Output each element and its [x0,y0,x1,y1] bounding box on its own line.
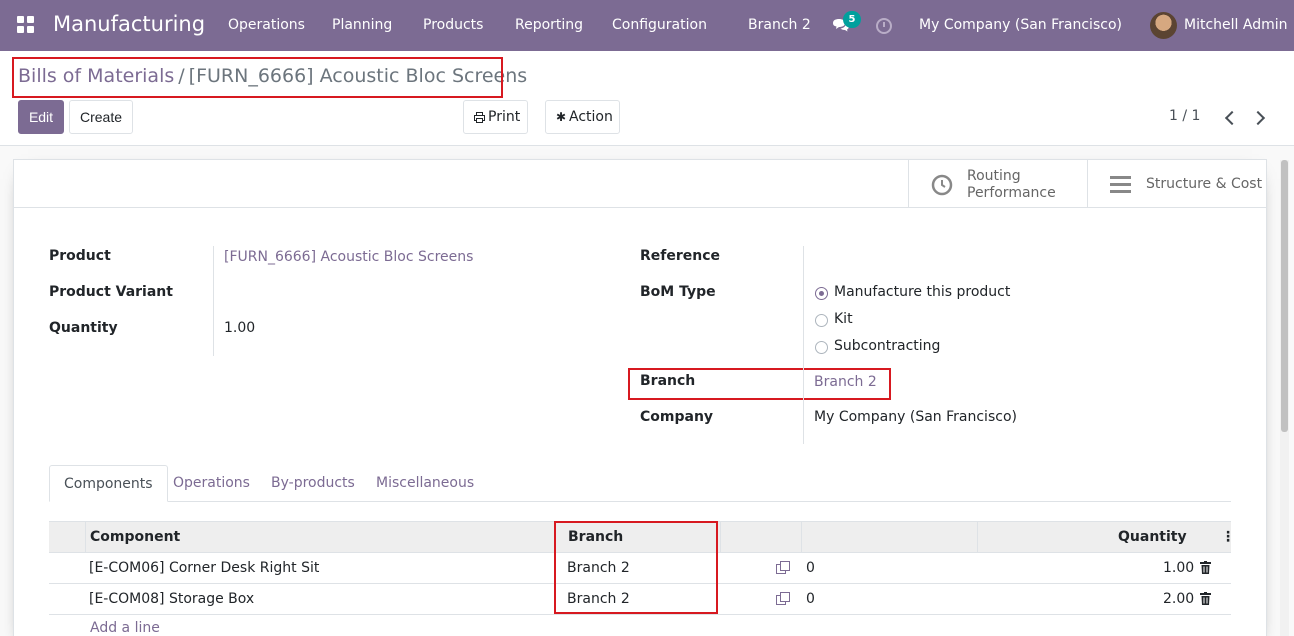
user-menu[interactable]: Mitchell Admin [1184,17,1288,33]
tab-operations[interactable]: Operations [159,465,264,502]
branch-switcher[interactable]: Branch 2 [748,17,811,33]
app-title[interactable]: Manufacturing [53,12,205,36]
message-count-badge: 5 [843,11,861,28]
column-divider [554,522,555,552]
user-avatar[interactable] [1150,12,1177,39]
column-divider [801,522,802,552]
quantity-cell[interactable]: 1.00 [1163,553,1194,583]
menu-planning[interactable]: Planning [332,17,392,33]
pager-value[interactable]: 1 / 1 [1169,108,1200,124]
scrollbar-thumb[interactable] [1281,160,1288,432]
table-row[interactable]: [E-COM06] Corner Desk Right Sit Branch 2… [49,553,1231,584]
bom-type-radio-kit[interactable] [815,314,828,327]
company-field[interactable]: My Company (San Francisco) [814,409,1017,425]
activity-clock-icon[interactable] [876,18,892,34]
print-button[interactable]: Print [463,100,528,134]
company-label: Company [640,409,714,425]
column-header-component[interactable]: Component [90,522,180,552]
trash-icon[interactable] [1200,561,1211,574]
quantity-field[interactable]: 1.00 [224,320,255,336]
action-label: Action [569,109,613,125]
bom-type-label: BoM Type [640,284,716,300]
clock-icon [931,174,953,196]
routing-label-line2: Performance [967,185,1056,201]
chevron-left-icon[interactable] [1224,110,1240,126]
column-divider [720,522,721,552]
menu-reporting[interactable]: Reporting [515,17,583,33]
bom-type-radio-subcontracting[interactable] [815,341,828,354]
control-panel: Bills of Materials / [FURN_6666] Acoustic … [0,51,1294,146]
bars-icon [1110,176,1131,193]
table-row[interactable]: [E-COM08] Storage Box Branch 2 0 2.00 [49,584,1231,615]
bom-type-option-kit: Kit [834,311,853,327]
product-variant-label: Product Variant [49,284,173,300]
component-cell[interactable]: [E-COM08] Storage Box [89,584,254,614]
product-field[interactable]: [FURN_6666] Acoustic Bloc Screens [224,249,473,265]
print-label: Print [488,109,521,125]
company-switcher[interactable]: My Company (San Francisco) [919,17,1122,33]
component-cell[interactable]: [E-COM06] Corner Desk Right Sit [89,553,319,583]
menu-products[interactable]: Products [423,17,483,33]
top-navbar: Manufacturing Operations Planning Produc… [0,0,1294,51]
branch-cell[interactable]: Branch 2 [567,553,630,583]
smart-button-box: Routing Performance Structure & Cost [14,160,1266,208]
routing-performance-button[interactable]: Routing Performance [908,160,1088,208]
right-group-divider [803,246,804,444]
breadcrumb-parent[interactable]: Bills of Materials [18,65,174,87]
left-group-divider [213,246,214,356]
printer-icon [474,112,485,123]
quantity-cell[interactable]: 2.00 [1163,584,1194,614]
tab-miscellaneous[interactable]: Miscellaneous [362,465,488,502]
column-divider [85,522,86,552]
page-scrollbar[interactable] [1280,160,1289,636]
tab-components[interactable]: Components [49,465,168,502]
copy-icon[interactable] [776,561,790,575]
breadcrumb-current: [FURN_6666] Acoustic Bloc Screens [188,65,528,87]
branch-field[interactable]: Branch 2 [814,374,877,390]
extra-cell: 0 [806,591,815,607]
branch-label: Branch [640,373,696,389]
extra-cell: 0 [806,560,815,576]
structure-cost-button[interactable]: Structure & Cost [1087,160,1266,208]
bom-type-radio-manufacture[interactable] [815,287,828,300]
apps-menu-icon[interactable] [17,16,35,34]
column-header-branch[interactable]: Branch [568,522,623,552]
bom-type-option-manufacture: Manufacture this product [834,284,1011,300]
gear-icon: ✱ [556,110,567,124]
action-button[interactable]: ✱ Action [545,100,620,134]
trash-icon[interactable] [1200,592,1211,605]
tab-by-products[interactable]: By-products [257,465,369,502]
add-line-link[interactable]: Add a line [90,620,160,636]
bom-type-option-subcontracting: Subcontracting [834,338,941,354]
breadcrumb: Bills of Materials / [FURN_6666] Acoustic … [18,65,527,87]
column-header-quantity[interactable]: Quantity [1118,522,1187,552]
form-sheet: Routing Performance Structure & Cost Pro… [13,159,1267,636]
column-divider [977,522,978,552]
quantity-label: Quantity [49,320,118,336]
breadcrumb-separator: / [178,65,185,87]
product-label: Product [49,248,111,264]
table-header: Component Branch Quantity ⋮ [49,521,1235,553]
branch-cell[interactable]: Branch 2 [567,584,630,614]
edit-button[interactable]: Edit [18,100,64,134]
structure-cost-label: Structure & Cost [1146,176,1263,192]
routing-label-line1: Routing [967,168,1021,184]
optional-columns-icon[interactable]: ⋮ [1221,522,1235,552]
create-button[interactable]: Create [69,100,133,134]
menu-configuration[interactable]: Configuration [612,17,707,33]
reference-label: Reference [640,248,721,264]
chevron-right-icon[interactable] [1250,110,1266,126]
menu-operations[interactable]: Operations [228,17,305,33]
notebook-tabs: Components Operations By-products Miscel… [49,465,1231,502]
copy-icon[interactable] [776,592,790,606]
